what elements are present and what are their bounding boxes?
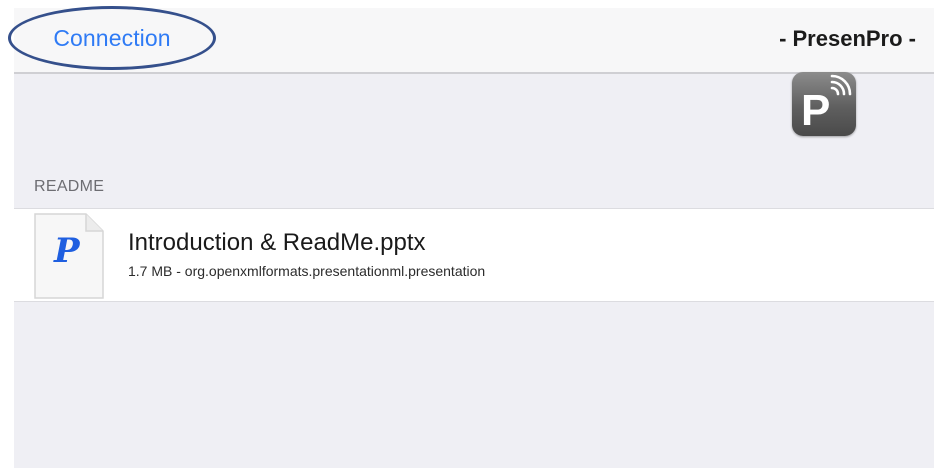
powerpoint-file-icon: P: [34, 213, 104, 299]
presenpro-logo-icon: P: [792, 72, 856, 136]
navigation-bar: Connection - PresenPro -: [8, 6, 934, 74]
file-icon-letter: P: [54, 231, 80, 271]
connection-button-label: Connection: [53, 24, 171, 51]
nav-title: - PresenPro -: [779, 26, 916, 51]
file-meta: 1.7 MB - org.openxmlformats.presentation…: [128, 263, 486, 279]
app-screen: Connection - PresenPro - P README P Intr…: [8, 6, 934, 468]
logo-letter: P: [801, 86, 830, 135]
file-row[interactable]: P Introduction & ReadMe.pptx 1.7 MB - or…: [14, 208, 934, 302]
section-header-readme: README: [34, 178, 105, 195]
presenpro-logo-graphic: P: [801, 74, 852, 135]
connection-button[interactable]: Connection: [8, 6, 216, 70]
file-name: Introduction & ReadMe.pptx: [128, 229, 426, 256]
